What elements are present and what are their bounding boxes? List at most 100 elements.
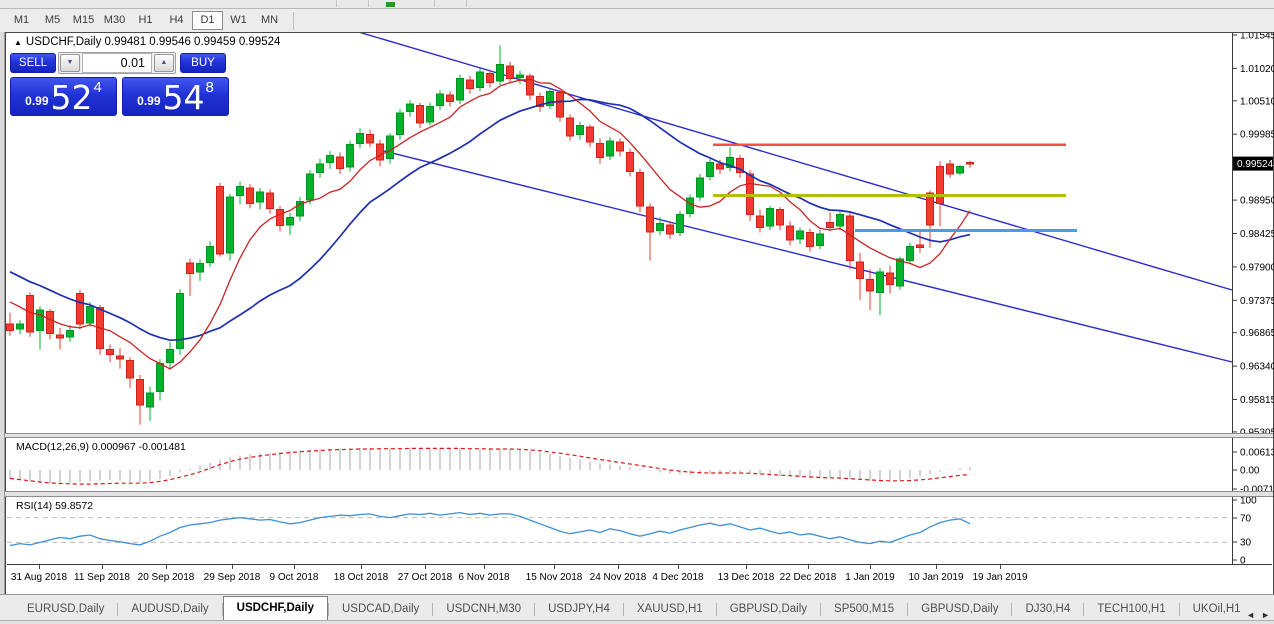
date-axis-tick	[361, 565, 362, 569]
timeframe-button-h1[interactable]: H1	[130, 11, 161, 30]
date-axis-tick	[166, 565, 167, 569]
chart-tab-eurusd-daily[interactable]: EURUSD,Daily	[14, 599, 117, 620]
candle	[377, 144, 384, 160]
chart-tab-dj30-h4[interactable]: DJ30,H4	[1012, 599, 1083, 620]
rsi-axis-label: 30	[1240, 538, 1252, 549]
date-axis-label: 15 Nov 2018	[526, 572, 583, 583]
date-axis-label: 6 Nov 2018	[458, 572, 509, 583]
timeframe-button-d1[interactable]: D1	[192, 11, 223, 30]
volume-decrease-button[interactable]: ▼	[60, 54, 80, 72]
timeframe-toolbar: M1M5M15M30H1H4D1W1MN	[0, 9, 1274, 32]
volume-spinner: ▼ 0.01 ▲	[58, 52, 176, 74]
date-axis-tick	[618, 565, 619, 569]
chart-tab-usdjpy-h4[interactable]: USDJPY,H4	[535, 599, 623, 620]
collapse-triangle-icon[interactable]: ▲	[14, 38, 22, 47]
date-axis-label: 31 Aug 2018	[11, 572, 67, 583]
candle	[697, 178, 704, 197]
date-axis-tick	[39, 565, 40, 569]
date-axis-label: 1 Jan 2019	[845, 572, 895, 583]
slow-ma-line[interactable]	[10, 99, 970, 340]
toolbar-green-icon	[386, 2, 395, 7]
candle	[107, 350, 114, 355]
toolbar-separator	[368, 0, 369, 7]
chart-tab-tech100-h1[interactable]: TECH100,H1	[1084, 599, 1178, 620]
candle	[257, 192, 264, 202]
timeframe-button-w1[interactable]: W1	[223, 11, 254, 30]
tab-scroll-left-icon[interactable]: ◄	[1246, 610, 1255, 620]
chart-tab-gbpusd-daily[interactable]: GBPUSD,Daily	[717, 599, 820, 620]
date-axis-tick	[294, 565, 295, 569]
tab-scroll-right-icon[interactable]: ►	[1261, 610, 1270, 620]
sell-button[interactable]: SELL	[10, 53, 56, 73]
ask-quote-button[interactable]: 0.99 54 8	[122, 77, 229, 116]
date-axis-label: 10 Jan 2019	[908, 572, 963, 583]
candle	[467, 80, 474, 89]
date-axis-label: 18 Oct 2018	[334, 572, 388, 583]
chart-tab-ukoil-h1[interactable]: UKOil,H1	[1180, 599, 1254, 620]
candle	[407, 104, 414, 112]
candle	[767, 208, 774, 226]
candle	[337, 157, 344, 169]
candle	[597, 144, 604, 158]
timeframe-button-m15[interactable]: M15	[68, 11, 99, 30]
buy-button[interactable]: BUY	[180, 53, 226, 73]
bid-price-prefix: 0.99	[25, 94, 48, 108]
timeframe-button-mn[interactable]: MN	[254, 11, 285, 30]
candle	[227, 197, 234, 253]
ask-price-big: 54	[163, 84, 205, 112]
date-axis-tick	[554, 565, 555, 569]
timeframe-button-m30[interactable]: M30	[99, 11, 130, 30]
rsi-panel-canvas[interactable]: 10070300RSI(14) 59.8572	[0, 497, 1274, 565]
chart-tab-usdcnh-m30[interactable]: USDCNH,M30	[433, 599, 534, 620]
bid-quote-button[interactable]: 0.99 52 4	[10, 77, 117, 116]
candle	[587, 127, 594, 142]
timeframe-button-h4[interactable]: H4	[161, 11, 192, 30]
chart-tab-xauusd-h1[interactable]: XAUUSD,H1	[624, 599, 716, 620]
candle	[797, 231, 804, 239]
candle	[927, 193, 934, 225]
price-axis-label: 0.97375	[1240, 296, 1274, 307]
date-axis-tick	[102, 565, 103, 569]
date-axis-label: 19 Jan 2019	[972, 572, 1027, 583]
candle	[77, 294, 84, 325]
candle	[517, 75, 524, 78]
candle	[387, 136, 394, 159]
candle	[507, 66, 514, 79]
candle	[937, 166, 944, 203]
macd-axis-label: 0.00	[1240, 466, 1260, 477]
chart-title-ohlc: 0.99481 0.99546 0.99459 0.99524	[105, 36, 281, 48]
candle	[357, 133, 364, 143]
date-axis-label: 4 Dec 2018	[652, 572, 703, 583]
candle	[827, 222, 834, 227]
partial-toolbar-strip	[0, 0, 1274, 9]
candle	[277, 210, 284, 226]
candle	[7, 324, 14, 330]
candle	[307, 174, 314, 200]
volume-increase-button[interactable]: ▲	[154, 54, 174, 72]
candle	[647, 207, 654, 232]
candle	[557, 93, 564, 117]
date-axis-label: 13 Dec 2018	[718, 572, 775, 583]
candle	[117, 356, 124, 359]
candle	[877, 272, 884, 292]
chart-tab-audusd-daily[interactable]: AUDUSD,Daily	[118, 599, 221, 620]
chart-tab-usdcad-daily[interactable]: USDCAD,Daily	[329, 599, 432, 620]
chart-tab-gbpusd-daily[interactable]: GBPUSD,Daily	[908, 599, 1011, 620]
trend-channel-line[interactable]	[380, 150, 1232, 362]
date-axis[interactable]: 31 Aug 201811 Sep 201820 Sep 201829 Sep …	[6, 565, 1232, 593]
volume-input[interactable]: 0.01	[82, 53, 152, 73]
candle	[947, 164, 954, 174]
candle	[17, 324, 24, 329]
price-axis-label: 0.95815	[1240, 395, 1274, 406]
date-axis-tick	[746, 565, 747, 569]
chart-tab-usdchf-daily[interactable]: USDCHF,Daily	[223, 596, 328, 620]
timeframe-button-m1[interactable]: M1	[6, 11, 37, 30]
candle	[757, 216, 764, 228]
timeframe-button-m5[interactable]: M5	[37, 11, 68, 30]
chart-tab-sp500-m15[interactable]: SP500,M15	[821, 599, 907, 620]
candle	[497, 65, 504, 82]
candle	[687, 198, 694, 213]
macd-panel-canvas[interactable]: 0.0061370.00-0.007142MACD(12,26,9) 0.000…	[0, 438, 1274, 491]
ask-price-prefix: 0.99	[137, 94, 160, 108]
price-axis-label: 1.01545	[1240, 33, 1274, 42]
